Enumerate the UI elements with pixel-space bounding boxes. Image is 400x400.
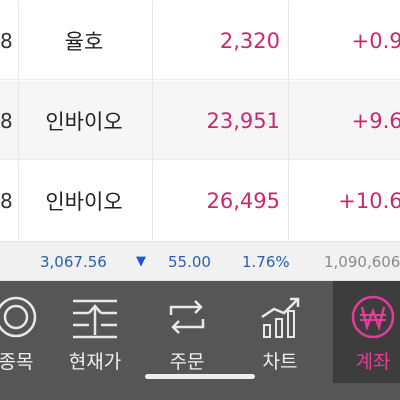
- stock-name: 인바이오: [45, 189, 123, 214]
- nav-label: 주문: [169, 351, 205, 373]
- home-bar-area: [0, 383, 400, 400]
- chart-icon: [261, 297, 300, 338]
- nav-item-current-price[interactable]: 현재가: [49, 281, 141, 383]
- stock-rate: +0.93: [351, 28, 400, 53]
- index-change: 55.00: [168, 253, 211, 271]
- index-value: 3,067.56: [40, 253, 107, 271]
- order-arrows-icon: [169, 300, 205, 334]
- won-coin-icon: [351, 295, 395, 339]
- row-divider: [0, 159, 400, 160]
- table-row[interactable]: 8 인바이오 23,951 +9.62: [0, 81, 400, 160]
- column-divider: [152, 1, 153, 80]
- price-lines-icon: [73, 299, 117, 339]
- stock-name: 율호: [64, 29, 104, 54]
- column-divider: [288, 1, 289, 80]
- row-date: 8: [0, 28, 13, 53]
- nav-item-order[interactable]: 주문: [141, 281, 233, 383]
- table-row[interactable]: 8 율호 2,320 +0.93: [0, 1, 400, 80]
- column-divider: [152, 81, 153, 160]
- down-arrow-icon: ▼: [136, 254, 146, 269]
- column-divider: [288, 81, 289, 160]
- stock-price: 2,320: [219, 28, 280, 53]
- nav-item-account[interactable]: 계좌: [333, 281, 400, 383]
- stock-name: 인바이오: [45, 109, 123, 134]
- index-volume: 1,090,606: [324, 253, 400, 271]
- index-rate: 1.76%: [242, 253, 290, 271]
- stock-rate: +9.62: [351, 108, 400, 133]
- nav-item-chart[interactable]: 차트: [234, 281, 326, 383]
- row-date: 8: [0, 108, 13, 133]
- target-icon: [0, 296, 37, 338]
- column-divider: [288, 161, 289, 240]
- table-row[interactable]: 8 인바이오 26,495 +10.64: [0, 161, 400, 240]
- stock-price: 23,951: [206, 108, 280, 133]
- column-divider: [18, 1, 19, 80]
- home-indicator[interactable]: [145, 374, 255, 379]
- column-divider: [18, 161, 19, 240]
- row-date: 8: [0, 188, 13, 213]
- bottom-nav: 종목 현재가 주문 차트 계좌: [0, 281, 400, 383]
- stock-rate: +10.64: [338, 188, 400, 213]
- stock-price: 26,495: [206, 188, 280, 213]
- market-index-bar[interactable]: 3,067.56 ▼ 55.00 1.76% 1,090,606: [0, 241, 400, 281]
- column-divider: [18, 81, 19, 160]
- nav-label: 차트: [262, 351, 298, 373]
- nav-label: 현재가: [68, 351, 122, 373]
- row-divider: [0, 79, 400, 80]
- column-divider: [152, 161, 153, 240]
- nav-label: 계좌: [355, 351, 391, 373]
